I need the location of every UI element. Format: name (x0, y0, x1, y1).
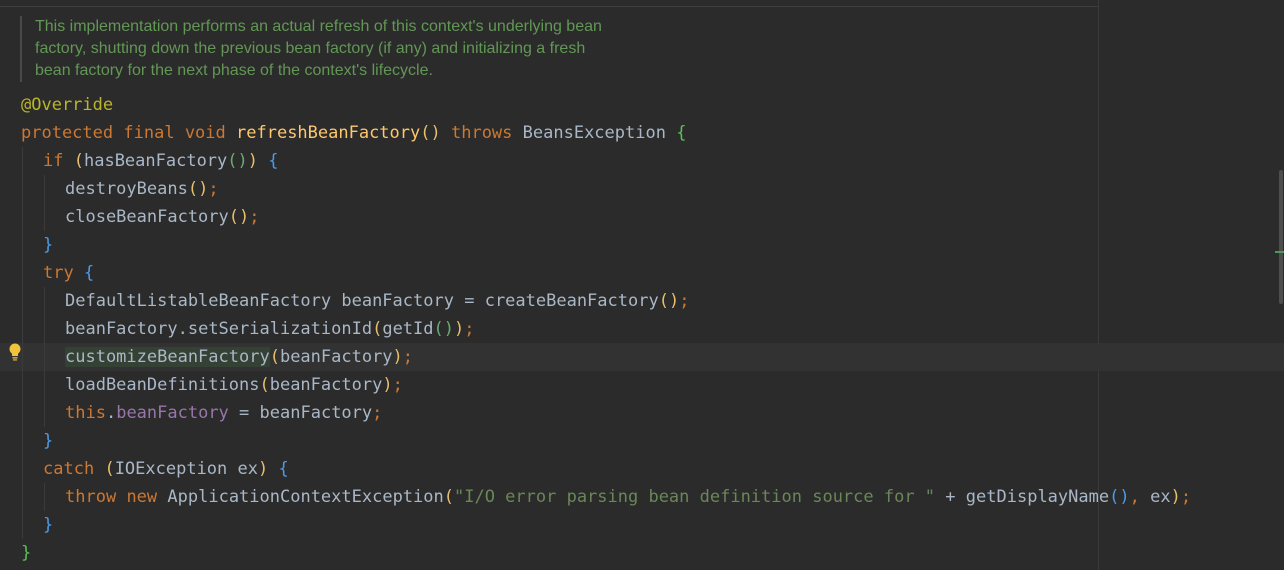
dot-token: . (105, 403, 117, 423)
javadoc-line: bean factory for the next phase of the c… (35, 62, 433, 79)
code-line-method-declaration[interactable]: protected final void refreshBeanFactory(… (0, 119, 1284, 147)
keyword-token: catch (43, 459, 95, 479)
method-call-token: closeBeanFactory (65, 207, 229, 227)
operator-token: = (464, 291, 475, 311)
variable-token: beanFactory (279, 347, 393, 367)
method-name-token: refreshBeanFactory (236, 123, 421, 143)
method-call-token: customizeBeanFactory (65, 347, 270, 367)
type-token: BeansException (522, 123, 666, 143)
type-token: IOException (114, 459, 228, 479)
code-line-load-bean-definitions[interactable]: loadBeanDefinitions(beanFactory); (0, 371, 1284, 399)
type-token: ApplicationContextException (167, 487, 444, 507)
variable-token: beanFactory (65, 319, 178, 339)
variable-token: ex (237, 459, 259, 479)
method-call-token: hasBeanFactory (83, 151, 228, 171)
keyword-token: this (65, 403, 106, 423)
string-literal-token: "I/O error parsing bean definition sourc… (454, 487, 936, 507)
code-editor[interactable]: @Override protected final void refreshBe… (0, 91, 1284, 567)
variable-token: ex (1150, 487, 1171, 507)
variable-token: beanFactory (269, 375, 383, 395)
code-line-set-serialization-id[interactable]: beanFactory.setSerializationId(getId()); (0, 315, 1284, 343)
method-call-token: loadBeanDefinitions (65, 375, 260, 395)
method-call-token: getId (382, 319, 434, 339)
code-line-close-brace[interactable]: } (0, 231, 1284, 259)
code-line-close-brace[interactable]: } (0, 427, 1284, 455)
code-line-method-close-brace[interactable]: } (0, 539, 1284, 567)
variable-token: beanFactory (341, 291, 454, 311)
code-line-close-brace[interactable]: } (0, 511, 1284, 539)
type-token: DefaultListableBeanFactory (65, 291, 332, 311)
javadoc-line: factory, shutting down the previous bean… (35, 40, 586, 57)
vertical-scrollbar-thumb[interactable] (1279, 170, 1283, 304)
keyword-token: throw (65, 487, 117, 507)
code-line-try[interactable]: try { (0, 259, 1284, 287)
variable-token: beanFactory (259, 403, 373, 423)
lightbulb-icon[interactable] (8, 343, 22, 361)
keyword-token: try (43, 263, 74, 283)
method-call-token: getDisplayName (965, 487, 1110, 507)
operator-token: + (945, 487, 956, 507)
operator-token: = (239, 403, 250, 423)
keyword-token: final (123, 123, 175, 143)
keyword-token: throws (450, 123, 513, 143)
keyword-token: new (126, 487, 158, 507)
method-call-token: setSerializationId (187, 319, 373, 339)
code-line-create-bean-factory[interactable]: DefaultListableBeanFactory beanFactory =… (0, 287, 1284, 315)
keyword-token: void (184, 123, 226, 143)
editor-top-border (0, 6, 1098, 7)
code-line-close-bean-factory[interactable]: closeBeanFactory(); (0, 203, 1284, 231)
change-marker (1275, 251, 1284, 253)
field-token: beanFactory (116, 403, 229, 423)
code-line-assign-field[interactable]: this.beanFactory = beanFactory; (0, 399, 1284, 427)
code-line-destroy-beans[interactable]: destroyBeans(); (0, 175, 1284, 203)
code-line-throw[interactable]: throw new ApplicationContextException("I… (0, 483, 1284, 511)
keyword-token: if (43, 151, 64, 171)
method-call-token: destroyBeans (65, 179, 188, 199)
code-line-annotation[interactable]: @Override (0, 91, 1284, 119)
code-line-catch[interactable]: catch (IOException ex) { (0, 455, 1284, 483)
keyword-token: protected (21, 123, 114, 143)
annotation-token: @Override (21, 95, 114, 115)
code-line-customize-bean-factory[interactable]: customizeBeanFactory(beanFactory); (0, 343, 1284, 371)
javadoc-comment: This implementation performs an actual r… (20, 16, 695, 82)
code-line-if[interactable]: if (hasBeanFactory()) { (0, 147, 1284, 175)
method-call-token: createBeanFactory (484, 291, 659, 311)
javadoc-line: This implementation performs an actual r… (35, 18, 602, 35)
dot-token: . (177, 319, 188, 339)
